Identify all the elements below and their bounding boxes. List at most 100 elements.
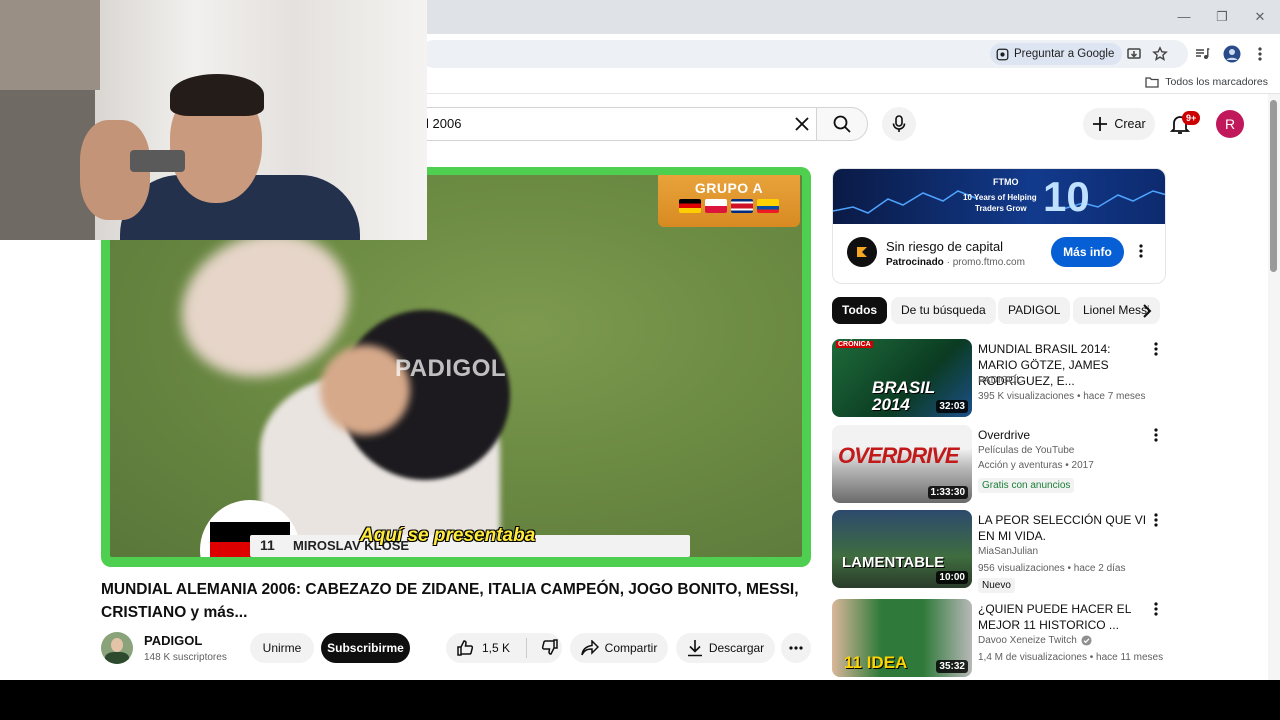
video-duration: 32:03 [936,400,968,413]
thumb-top-label: CRÓNICA [836,341,873,348]
channel-name[interactable]: PADIGOL [144,633,202,648]
plus-icon [1093,117,1108,131]
filter-chips: Todos De tu búsqueda PADIGOL Lionel Mess… [832,297,1162,325]
sponsored-ad[interactable]: FTMO 10 Years of Helping Traders Grow 10… [832,168,1166,284]
search-button[interactable] [816,107,868,141]
close-window-icon[interactable]: ✕ [1250,8,1270,26]
more-vertical-icon[interactable] [1154,341,1166,359]
share-button[interactable]: Compartir [570,633,668,663]
recommendation-item[interactable]: OVERDRIVE 1:33:30 Overdrive Películas de… [832,425,1172,505]
recommendation-meta: 1,4 M de visualizaciones • hace 11 meses [978,652,1164,663]
subscribe-label: Subscribirme [327,641,404,655]
clear-search-icon[interactable] [792,114,812,134]
more-actions-button[interactable] [781,633,811,663]
dislike-button[interactable] [541,638,559,659]
ad-title[interactable]: Sin riesgo de capital [886,239,1003,254]
more-vertical-icon[interactable] [1154,512,1166,530]
ad-sponsored-label: Patrocinado [886,257,944,268]
thumb-text: OVERDRIVE [838,443,960,468]
like-button[interactable]: 1,5 K [456,639,510,657]
lens-icon [996,48,1009,60]
create-button[interactable]: Crear [1083,108,1155,140]
recommendation-channel: Davoo Xeneize Twitch [978,635,1077,646]
search-icon [833,115,851,133]
chip-todos[interactable]: Todos [832,297,888,324]
ad-banner-big: 10 [1043,173,1090,220]
browser-menu-icon[interactable] [1250,44,1270,64]
all-bookmarks-button[interactable]: Todos los marcadores [1145,76,1268,88]
chip-padigol[interactable]: PADIGOL [998,297,1071,324]
recommendation-channel[interactable]: PADIGOL [978,375,1022,386]
chevron-right-icon[interactable] [1138,302,1156,320]
account-avatar[interactable]: R [1216,110,1244,138]
share-icon [580,640,599,656]
like-dislike-group: 1,5 K [446,633,562,663]
ad-sponsor-line: Patrocinado · promo.ftmo.com [886,257,1025,268]
restore-icon[interactable]: ❐ [1212,8,1232,26]
thumb-text: 11 IDEA [844,653,908,672]
new-badge: Nuevo [978,578,1015,593]
voice-search-button[interactable] [882,107,916,141]
video-title: MUNDIAL ALEMANIA 2006: CABEZAZO DE ZIDAN… [101,581,799,621]
scrollbar-thumb[interactable] [1270,100,1277,272]
search-input[interactable]: l 2006 [426,116,461,131]
ad-banner-line1: 10 Years of Helping [963,193,1037,202]
recommendation-channel-row[interactable]: Davoo Xeneize Twitch [978,635,1092,646]
more-vertical-icon[interactable] [1154,427,1166,445]
download-button[interactable]: Descargar [676,633,775,663]
download-icon [687,640,702,657]
ad-banner[interactable]: FTMO 10 Years of Helping Traders Grow 10 [833,169,1165,224]
recommendation-channel[interactable]: MiaSanJulian [978,546,1038,557]
free-with-ads-badge: Gratis con anuncios [978,478,1075,493]
recommendation-item[interactable]: CRÓNICA BRASIL 2014 32:03 MUNDIAL BRASIL… [832,339,1172,419]
notification-count-badge: 9+ [1182,111,1201,125]
recommendation-item[interactable]: 11 IDEA 35:32 ¿QUIEN PUEDE HACER EL MEJO… [832,599,1172,679]
ask-google-button[interactable]: Preguntar a Google [990,43,1123,65]
like-count: 1,5 K [482,641,511,655]
share-label: Compartir [604,641,658,655]
minimize-icon[interactable]: — [1174,8,1194,26]
recommendation-thumbnail[interactable]: OVERDRIVE 1:33:30 [832,425,972,503]
video-subtitle: Aquí se presentaba [360,525,536,546]
channel-watermark: PADIGOL [395,355,507,382]
search-box[interactable] [400,107,818,141]
bookmark-star-icon[interactable] [1150,44,1170,64]
profile-icon[interactable] [1222,44,1242,64]
media-control-icon[interactable] [1192,44,1212,64]
person-hair [170,74,264,116]
ad-more-icon[interactable] [1139,243,1153,261]
video-duration: 10:00 [936,571,968,584]
group-badge: GRUPO A [658,175,800,227]
recommendation-thumbnail[interactable]: CRÓNICA BRASIL 2014 32:03 [832,339,972,417]
page: — ❐ ✕ Preguntar a Google Todos los marca… [0,0,1280,680]
verified-check-icon [1081,635,1092,646]
folder-icon [1145,77,1159,88]
recommendation-title[interactable]: ¿QUIEN PUEDE HACER EL MEJOR 11 HISTORICO… [978,601,1153,633]
recommendation-thumbnail[interactable]: LAMENTABLE 10:00 [832,510,972,588]
join-label: Unirme [262,641,302,655]
more-vertical-icon[interactable] [1154,601,1166,619]
install-icon[interactable] [1124,44,1144,64]
channel-avatar[interactable] [101,632,133,664]
recommendation-item[interactable]: LAMENTABLE 10:00 LA PEOR SELECCIÓN QUE V… [832,510,1172,593]
germany-flag-icon [679,199,701,213]
thumb-text: LAMENTABLE [842,554,945,571]
thumbs-down-icon [541,638,558,655]
costa-rica-flag-icon [731,199,753,213]
subscribe-button[interactable]: Subscribirme [321,633,410,663]
recommendation-thumbnail[interactable]: 11 IDEA 35:32 [832,599,972,677]
ecuador-flag-icon [757,199,779,213]
ad-cta-button[interactable]: Más info [1051,237,1124,267]
chip-from-search[interactable]: De tu búsqueda [891,297,996,324]
video-duration: 35:32 [936,660,968,673]
recommendation-title[interactable]: Overdrive [978,427,1153,443]
more-horizontal-icon [789,646,803,650]
recommendation-title[interactable]: LA PEOR SELECCIÓN QUE VI EN MI VIDA. [978,512,1153,544]
join-button[interactable]: Unirme [250,633,314,663]
video-duration: 1:33:30 [927,486,968,499]
all-bookmarks-label: Todos los marcadores [1165,76,1268,88]
wall [0,0,100,90]
recommendation-channel[interactable]: Películas de YouTube [978,445,1074,456]
ad-domain: promo.ftmo.com [952,257,1025,268]
download-label: Descargar [708,641,765,655]
